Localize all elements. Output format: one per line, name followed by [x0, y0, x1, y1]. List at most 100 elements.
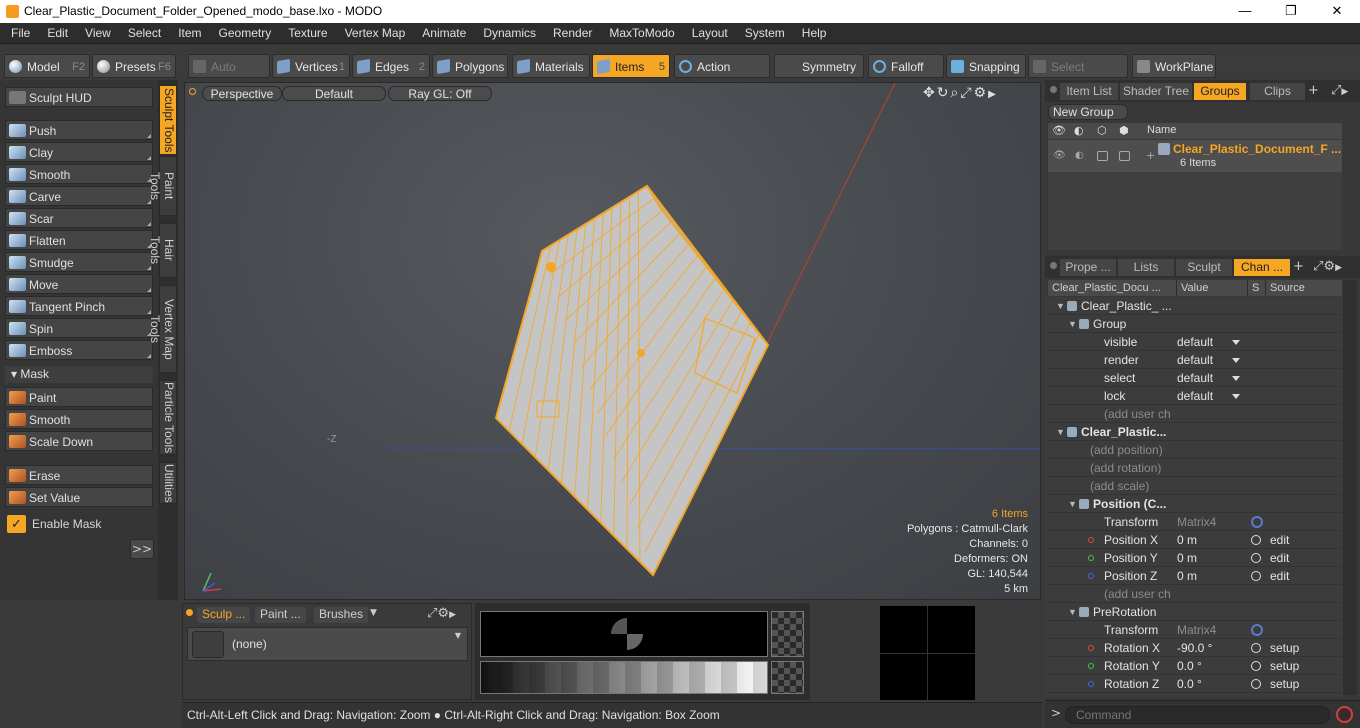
tab-lists[interactable]: Lists	[1118, 259, 1174, 276]
falloff-button[interactable]: Falloff	[868, 54, 944, 78]
tool-flatten-button[interactable]: Flatten	[5, 230, 153, 250]
polygons-button[interactable]: Polygons	[432, 54, 508, 78]
menu-file[interactable]: File	[0, 23, 36, 40]
select-through-button[interactable]: Select Through	[1028, 54, 1128, 98]
channels-scrollbar[interactable]	[1343, 280, 1357, 695]
channel-row[interactable]: ▼ Clear_Plastic...	[1048, 423, 1342, 441]
group-lock-box[interactable]	[1097, 151, 1108, 161]
tab-utilities[interactable]: Utilities	[159, 462, 177, 504]
channel-row[interactable]: select default	[1048, 369, 1342, 387]
tab-paint[interactable]: Paint ...	[255, 607, 306, 623]
auto-select-button[interactable]: Auto Select	[188, 54, 270, 98]
channel-row[interactable]: Rotation X -90.0 ° setup	[1048, 639, 1342, 657]
add-tab-icon[interactable]: +	[1308, 83, 1319, 98]
tab-hair-tools[interactable]: Hair Tools	[148, 223, 177, 278]
tool-push-button[interactable]: Push	[5, 120, 153, 140]
vertices-button[interactable]: Vertices 1	[272, 54, 350, 78]
tree-toggle-icon[interactable]: ▼	[1068, 315, 1077, 333]
tool-clay-button[interactable]: Clay	[5, 142, 153, 162]
menu-select[interactable]: Select	[117, 23, 167, 40]
tab-sculpt-tools[interactable]: Sculpt Tools	[159, 85, 177, 155]
edges-button[interactable]: Edges 2	[352, 54, 430, 78]
channel-row[interactable]: ▼ PreRotation	[1048, 603, 1342, 621]
channel-row[interactable]: (add rotation)	[1048, 459, 1342, 477]
tab-paint-tools[interactable]: Paint Tools	[148, 156, 177, 216]
channel-row[interactable]: (add scale)	[1048, 477, 1342, 495]
tool-emboss-button[interactable]: Emboss	[5, 340, 153, 360]
matrix-gear-icon[interactable]	[1251, 516, 1263, 528]
select-col-icon[interactable]: ⬢	[1119, 124, 1129, 137]
tab-groups[interactable]: Groups	[1194, 83, 1246, 100]
brush-dropdown[interactable]: (none) ▼	[187, 627, 468, 661]
channel-value[interactable]: 0 m	[1177, 549, 1247, 567]
tab-shader-tree[interactable]: Shader Tree	[1120, 83, 1192, 100]
channel-value[interactable]: 0 m	[1177, 531, 1247, 549]
tab-clips[interactable]: Clips	[1250, 83, 1305, 100]
menu-render[interactable]: Render	[542, 23, 598, 40]
expand-button[interactable]: >>	[130, 539, 154, 559]
tool-spin-button[interactable]: Spin	[5, 318, 153, 338]
tool-smooth-button[interactable]: Smooth	[5, 164, 153, 184]
3d-viewport[interactable]: Perspective Default Ray GL: Off ✥↻⌕⤢⚙▶ -…	[184, 82, 1041, 600]
menu-geometry[interactable]: Geometry	[208, 23, 278, 40]
tree-toggle-icon[interactable]: ▼	[1056, 297, 1065, 315]
menu-item[interactable]: Item	[167, 23, 207, 40]
model-button[interactable]: Model F2	[4, 54, 90, 78]
workplane-button[interactable]: WorkPlane	[1132, 54, 1216, 78]
sculpt-hud-button[interactable]: Sculpt HUD	[5, 87, 153, 107]
state-circle-icon[interactable]	[1251, 679, 1261, 689]
channel-row[interactable]: (add user ch ...	[1048, 585, 1342, 603]
menu-help[interactable]: Help	[791, 23, 833, 40]
channel-row[interactable]: Transform Matrix4	[1048, 621, 1342, 639]
mask-paint-button[interactable]: Paint	[5, 387, 153, 407]
group-visible-icon[interactable]: 👁	[1053, 150, 1066, 161]
lock-col-icon[interactable]: ⬡	[1097, 124, 1107, 137]
set-value-button[interactable]: Set Value	[5, 487, 153, 507]
state-circle-icon[interactable]	[1251, 571, 1261, 581]
state-circle-icon[interactable]	[1251, 661, 1261, 671]
channel-row[interactable]: (add user ch ...	[1048, 405, 1342, 423]
groups-expand-icon[interactable]: ⤢	[1331, 83, 1341, 98]
action-center-button[interactable]: Action Center	[674, 54, 770, 98]
menu-animate[interactable]: Animate	[411, 23, 472, 40]
snapping-button[interactable]: Snapping	[946, 54, 1026, 78]
group-select-box[interactable]	[1119, 151, 1130, 161]
erase-button[interactable]: Erase	[5, 465, 153, 485]
menu-maxtomodo[interactable]: MaxToModo	[598, 23, 680, 40]
group-render-icon[interactable]: ◐	[1075, 150, 1084, 161]
channel-row[interactable]: Position Y 0 m edit	[1048, 549, 1342, 567]
mask-section-header[interactable]: ▾ Mask	[5, 366, 153, 383]
close-button[interactable]: ✕	[1314, 0, 1360, 23]
value-dropdown-icon[interactable]	[1232, 394, 1240, 399]
menu-vertex-map[interactable]: Vertex Map	[334, 23, 412, 40]
channel-row[interactable]: ▼ Clear_Plastic_ ...	[1048, 297, 1342, 315]
channel-value[interactable]: 0.0 °	[1177, 675, 1247, 693]
expand-icon[interactable]: ⤢	[427, 606, 437, 621]
gradient-ramp[interactable]	[480, 661, 768, 694]
mask-scale-down-button[interactable]: Scale Down	[5, 431, 153, 451]
symmetry-button[interactable]: Symmetry	[774, 54, 864, 78]
channel-row[interactable]: Position Z 0 m edit	[1048, 567, 1342, 585]
channels-expand-icon[interactable]: ⤢	[1313, 259, 1323, 274]
tree-toggle-icon[interactable]: ▼	[1056, 423, 1065, 441]
channel-row[interactable]: Rotation Y 0.0 ° setup	[1048, 657, 1342, 675]
panel-chevron-icon[interactable]: ▶	[449, 610, 456, 620]
presets-button[interactable]: Presets F6	[92, 54, 176, 78]
channel-row[interactable]: Position X 0 m edit	[1048, 531, 1342, 549]
command-input[interactable]	[1065, 706, 1330, 724]
tab-particle-tools[interactable]: Particle Tools	[159, 380, 177, 455]
channel-value[interactable]: 0.0 °	[1177, 657, 1247, 675]
menu-system[interactable]: System	[734, 23, 791, 40]
menu-layout[interactable]: Layout	[681, 23, 734, 40]
tool-smudge-button[interactable]: Smudge	[5, 252, 153, 272]
channel-row[interactable]: Transform Matrix4	[1048, 513, 1342, 531]
minimize-button[interactable]: —	[1222, 0, 1268, 23]
menu-view[interactable]: View	[74, 23, 117, 40]
tree-toggle-icon[interactable]: ▼	[1068, 603, 1077, 621]
value-dropdown-icon[interactable]	[1232, 376, 1240, 381]
tool-scar-button[interactable]: Scar	[5, 208, 153, 228]
channels-gear-icon[interactable]: ⚙	[1323, 259, 1335, 274]
channel-value[interactable]: Matrix4	[1177, 621, 1247, 639]
tab-vertex-map-tools[interactable]: Vertex Map Tools	[148, 285, 177, 373]
panel-gear-icon[interactable]: ⚙	[437, 606, 449, 621]
